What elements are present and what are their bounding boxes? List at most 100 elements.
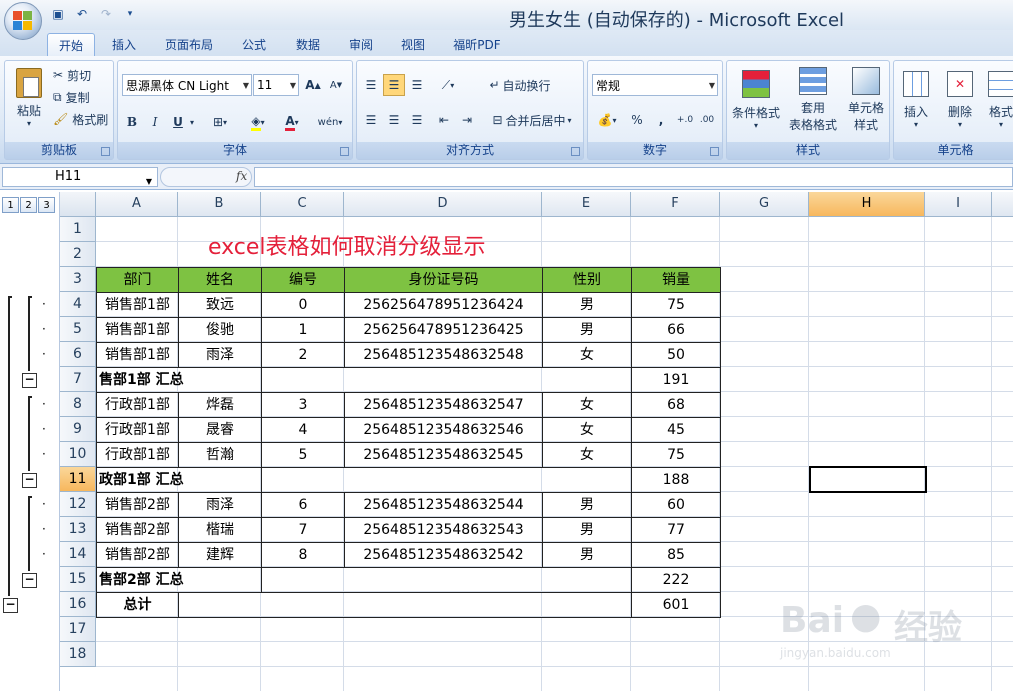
table-cell[interactable]: 女 — [542, 442, 632, 468]
redo-icon[interactable]: ↷ — [96, 5, 116, 23]
grid-cell[interactable] — [720, 517, 809, 542]
grid-cell[interactable] — [809, 542, 925, 567]
grid-cell[interactable] — [992, 317, 1013, 342]
grid-cell[interactable] — [992, 542, 1013, 567]
tab-review[interactable]: 审阅 — [340, 33, 382, 56]
subtotal-label[interactable]: 政部1部 汇总 — [96, 467, 262, 493]
table-cell[interactable]: 5 — [261, 442, 345, 468]
row-header-9[interactable]: 9 — [60, 417, 96, 442]
table-cell[interactable]: 77 — [631, 517, 721, 543]
grid-cell[interactable] — [720, 392, 809, 417]
number-launcher-icon[interactable] — [710, 147, 719, 156]
select-all-corner[interactable] — [60, 192, 96, 217]
table-cell[interactable]: 45 — [631, 417, 721, 443]
grid-cell[interactable] — [992, 667, 1013, 691]
grid-cell[interactable] — [925, 517, 992, 542]
subtotal-label[interactable]: 售部1部 汇总 — [96, 367, 262, 393]
grid-cell[interactable] — [925, 367, 992, 392]
grid-cell[interactable] — [925, 417, 992, 442]
grid-cell[interactable] — [631, 217, 720, 242]
table-cell[interactable]: 烨磊 — [178, 392, 262, 418]
grid-cell[interactable] — [992, 217, 1013, 242]
format-cells-button[interactable]: 格式 ▾ — [984, 65, 1013, 135]
align-middle-button[interactable]: ☰ — [383, 74, 405, 96]
decrease-indent-button[interactable]: ⇤ — [433, 109, 455, 131]
row-header-13[interactable]: 13 — [60, 517, 96, 542]
grid-cell[interactable] — [925, 467, 992, 492]
font-name-combo[interactable]: 思源黑体 CN Light ▼ — [122, 74, 252, 96]
row-header-7[interactable]: 7 — [60, 367, 96, 392]
delete-cells-button[interactable]: ✕ 删除 ▾ — [940, 65, 980, 135]
decrease-decimal-button[interactable]: .00 — [696, 109, 718, 131]
table-cell[interactable]: 雨泽 — [178, 492, 262, 518]
customize-qat-icon[interactable]: ▾ — [120, 5, 140, 23]
table-cell[interactable]: 男 — [542, 542, 632, 568]
underline-button[interactable]: U — [168, 111, 188, 133]
subtotal-value[interactable]: 222 — [631, 567, 721, 593]
column-header-d[interactable]: D — [344, 192, 542, 217]
grid-cell[interactable] — [720, 267, 809, 292]
collapse-group3-button[interactable]: − — [22, 573, 37, 588]
tab-insert[interactable]: 插入 — [103, 33, 145, 56]
collapse-group1-button[interactable]: − — [22, 373, 37, 388]
grid-cell[interactable] — [992, 367, 1013, 392]
table-cell[interactable]: 2 — [261, 342, 345, 368]
table-cell[interactable]: 行政部1部 — [96, 392, 179, 418]
row-header-17[interactable]: 17 — [60, 617, 96, 642]
row-header-5[interactable]: 5 — [60, 317, 96, 342]
italic-button[interactable]: I — [145, 111, 165, 133]
cell-styles-button[interactable]: 单元格 样式 — [843, 65, 889, 135]
subtotal-value[interactable]: 191 — [631, 367, 721, 393]
table-cell[interactable]: 6 — [261, 492, 345, 518]
subtotal-blank[interactable] — [261, 567, 632, 593]
grid-cell[interactable] — [344, 617, 542, 642]
column-header-a[interactable]: A — [96, 192, 178, 217]
grid-cell[interactable] — [992, 267, 1013, 292]
table-cell[interactable]: 女 — [542, 392, 632, 418]
grid-cell[interactable] — [809, 492, 925, 517]
grid-cell[interactable] — [96, 667, 178, 691]
phonetic-button[interactable]: wén ▾ — [312, 111, 348, 133]
comma-button[interactable]: , — [650, 109, 672, 131]
total-value[interactable]: 601 — [631, 592, 721, 618]
grid-cell[interactable] — [720, 542, 809, 567]
table-cell[interactable]: 男 — [542, 292, 632, 318]
grid-cell[interactable] — [925, 542, 992, 567]
subtotal-blank[interactable] — [261, 367, 632, 393]
row-header-8[interactable]: 8 — [60, 392, 96, 417]
grid-cell[interactable] — [720, 292, 809, 317]
grid-cell[interactable] — [809, 342, 925, 367]
grid-cell[interactable] — [720, 667, 809, 691]
table-cell[interactable]: 75 — [631, 442, 721, 468]
grid-cell[interactable] — [925, 217, 992, 242]
tab-data[interactable]: 数据 — [287, 33, 329, 56]
grid-cell[interactable] — [542, 617, 631, 642]
grid-cell[interactable] — [261, 667, 344, 691]
tab-page-layout[interactable]: 页面布局 — [157, 33, 221, 56]
grid-cell[interactable] — [925, 667, 992, 691]
grid-cell[interactable] — [178, 642, 261, 667]
orientation-button[interactable]: ⟋ ▾ — [433, 74, 463, 96]
table-cell[interactable]: 销售部2部 — [96, 542, 179, 568]
grid-cell[interactable] — [631, 667, 720, 691]
font-color-button[interactable]: A ▾ — [276, 111, 308, 133]
subtotal-label[interactable]: 售部2部 汇总 — [96, 567, 262, 593]
table-header-cell[interactable]: 姓名 — [178, 267, 262, 293]
outline-level-2-button[interactable]: 2 — [20, 197, 37, 213]
font-launcher-icon[interactable] — [340, 147, 349, 156]
cut-button[interactable]: ✂ 剪切 — [53, 65, 91, 85]
row-header-1[interactable]: 1 — [60, 217, 96, 242]
row-header-14[interactable]: 14 — [60, 542, 96, 567]
collapse-group2-button[interactable]: − — [22, 473, 37, 488]
font-size-combo[interactable]: 11 ▼ — [253, 74, 299, 96]
table-cell[interactable]: 行政部1部 — [96, 442, 179, 468]
row-header-11[interactable]: 11 — [60, 467, 96, 492]
undo-icon[interactable]: ↶ — [72, 5, 92, 23]
table-cell[interactable]: 50 — [631, 342, 721, 368]
table-header-cell[interactable]: 销量 — [631, 267, 721, 293]
tab-view[interactable]: 视图 — [392, 33, 434, 56]
grid-cell[interactable] — [992, 517, 1013, 542]
grid-cell[interactable] — [925, 292, 992, 317]
increase-decimal-button[interactable]: +.0 — [674, 109, 696, 131]
table-cell[interactable]: 256485123548632544 — [344, 492, 543, 518]
